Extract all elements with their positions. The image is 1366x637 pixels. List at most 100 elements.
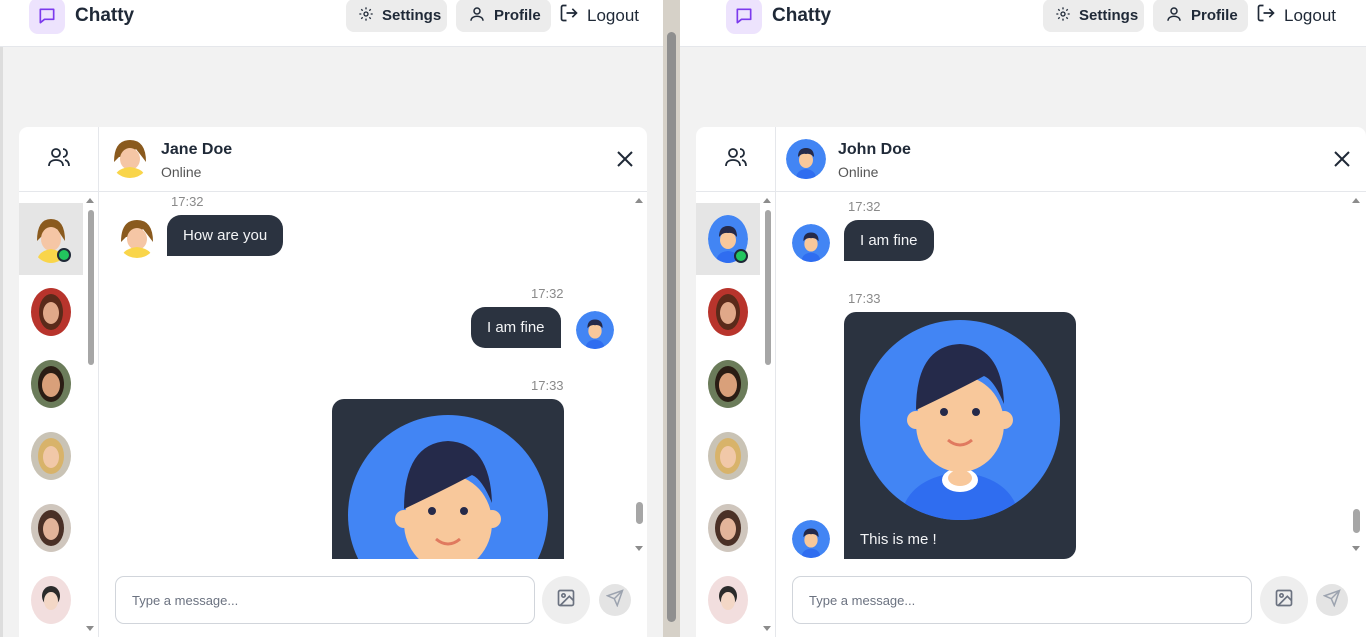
profile-button[interactable]: Profile [456,0,551,32]
scroll-up-arrow[interactable] [635,198,643,203]
chat-contact-name: Jane Doe [161,141,233,158]
send-button[interactable] [1316,584,1348,616]
window-divider-scrollbar[interactable] [663,0,680,637]
message-input-placeholder: Type a message... [809,592,916,608]
contact-item[interactable] [19,348,83,420]
contact-item[interactable] [696,492,760,564]
log-out-icon [559,3,579,28]
scroll-up-arrow[interactable] [1352,198,1360,203]
image-icon [1274,588,1294,613]
brand-name[interactable]: Chatty [772,5,831,27]
chat-contact-name: John Doe [838,141,911,158]
avatar [31,288,71,336]
contacts-sidebar [19,127,99,637]
chat-header-avatar [110,138,150,178]
close-icon[interactable] [1332,149,1352,169]
attach-image-button[interactable] [1260,576,1308,624]
message-composer: Type a message... [99,559,647,637]
message-bubble: How are you [167,215,284,256]
users-icon [724,145,748,174]
message-time: 17:32 [848,199,881,214]
avatar [31,360,71,408]
message-scroll-thumb[interactable] [1353,509,1360,533]
online-indicator [57,248,71,262]
profile-label: Profile [1191,7,1238,24]
contacts-header [19,127,98,192]
contact-item[interactable] [696,276,760,348]
contact-item[interactable] [19,420,83,492]
online-indicator [734,249,748,263]
gear-icon [1055,6,1071,26]
logo-icon[interactable] [29,0,65,34]
user-icon [468,5,486,27]
contact-item[interactable] [696,348,760,420]
message-scroll-thumb[interactable] [636,502,643,524]
avatar [708,360,748,408]
contact-jane-doe[interactable] [19,203,83,275]
contact-item[interactable] [696,420,760,492]
scroll-thumb[interactable] [88,210,94,365]
message-input[interactable]: Type a message... [792,576,1252,624]
chat-card: Jane Doe Online 17:32 How are you 17:32 … [19,127,647,637]
logout-button[interactable]: Logout [1256,0,1336,32]
navbar: Chatty Settings Profile Logout [680,0,1366,47]
image-message[interactable] [332,399,564,559]
users-icon [47,145,71,174]
profile-label: Profile [494,7,541,24]
close-icon[interactable] [615,149,635,169]
browser-window-right: Chatty Settings Profile Logout John Doe … [680,0,1366,637]
contacts-sidebar [696,127,776,637]
logout-button[interactable]: Logout [559,0,639,32]
message-list: 17:32 I am fine 17:33 This is me ! [776,192,1366,559]
image-attachment [348,415,548,559]
message-avatar [576,311,614,349]
contact-item[interactable] [696,564,760,636]
message-input[interactable]: Type a message... [115,576,535,624]
message-avatar [792,520,830,558]
send-icon [605,588,624,612]
message-composer: Type a message... [776,559,1366,637]
settings-button[interactable]: Settings [346,0,447,32]
scroll-down-arrow[interactable] [763,626,771,631]
settings-button[interactable]: Settings [1043,0,1144,32]
image-message[interactable]: This is me ! [844,312,1076,559]
contacts-scrollbar[interactable] [763,198,771,637]
scroll-up-arrow[interactable] [86,198,94,203]
contact-john-doe[interactable] [696,203,760,275]
avatar [31,504,71,552]
scroll-down-arrow[interactable] [1352,546,1360,551]
chat-contact-status: Online [161,164,202,180]
window-edge [0,0,3,637]
message-time: 17:32 [171,194,204,209]
navbar: Chatty Settings Profile Logout [0,0,663,47]
scroll-up-arrow[interactable] [763,198,771,203]
message-input-placeholder: Type a message... [132,592,239,608]
settings-label: Settings [1079,7,1139,24]
contacts-scrollbar[interactable] [86,198,94,637]
avatar [708,576,748,624]
message-avatar [792,224,830,262]
send-button[interactable] [599,584,631,616]
send-icon [1322,588,1341,612]
brand-name[interactable]: Chatty [75,5,134,27]
gear-icon [358,6,374,26]
contact-item[interactable] [19,564,83,636]
contact-item[interactable] [19,276,83,348]
avatar [31,576,71,624]
chat-header: John Doe Online [776,127,1366,192]
avatar [708,288,748,336]
contact-item[interactable] [19,492,83,564]
attach-image-button[interactable] [542,576,590,624]
logo-icon[interactable] [726,0,762,34]
divider-scroll-thumb[interactable] [667,32,676,622]
message-time: 17:33 [848,291,881,306]
settings-label: Settings [382,7,442,24]
image-caption: This is me ! [860,531,937,548]
logout-label: Logout [1284,5,1336,25]
message-bubble: I am fine [471,307,561,348]
scroll-down-arrow[interactable] [635,546,643,551]
scroll-down-arrow[interactable] [86,626,94,631]
scroll-thumb[interactable] [765,210,771,365]
avatar [708,504,748,552]
profile-button[interactable]: Profile [1153,0,1248,32]
